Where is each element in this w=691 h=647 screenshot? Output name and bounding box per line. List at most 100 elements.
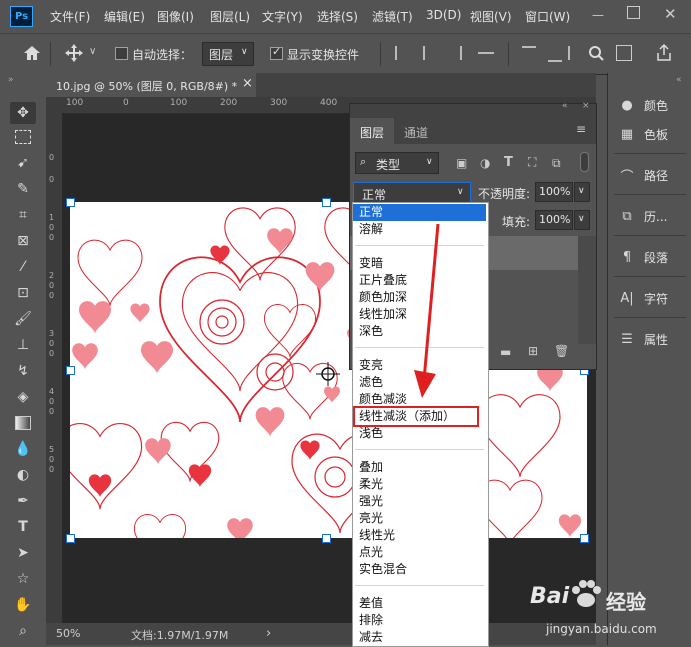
align-bottom-icon[interactable] [548, 46, 562, 62]
quick-select-tool-icon[interactable]: ✎ [10, 178, 36, 200]
hand-tool-icon[interactable]: ✋ [10, 594, 36, 616]
chevron-down-icon[interactable]: ∨ [89, 46, 96, 57]
panel-properties[interactable]: ☰ 属性 [618, 327, 668, 351]
panel-swatches[interactable]: ▦ 色板 [618, 122, 668, 146]
minimize-icon[interactable]: — [592, 8, 604, 22]
menu-window[interactable]: 窗口(W) [525, 8, 570, 25]
healing-tool-icon[interactable]: ⊡ [10, 282, 36, 304]
distribute-icon[interactable] [478, 52, 494, 54]
panel-paths[interactable]: ⌒ 路径 [618, 163, 668, 187]
align-top-icon[interactable] [522, 46, 536, 62]
filter-type-icon[interactable]: T [504, 155, 513, 170]
new-group-icon[interactable]: ▬ [500, 345, 511, 359]
layers-scrollbar[interactable] [578, 236, 596, 344]
restore-icon[interactable] [627, 6, 640, 19]
menu-file[interactable]: 文件(F) [50, 8, 90, 25]
fill-slider-button[interactable]: ∨ [574, 210, 590, 230]
stamp-tool-icon[interactable]: ⊥ [10, 334, 36, 356]
menu-edit[interactable]: 编辑(E) [104, 8, 145, 25]
history-brush-tool-icon[interactable]: ↯ [10, 360, 36, 382]
eraser-tool-icon[interactable]: ◈ [10, 386, 36, 408]
document-tab[interactable]: 10.jpg @ 50% (图层 0, RGB/8#) * × [46, 73, 256, 97]
brush-tool-icon[interactable]: 🖌 [10, 308, 36, 330]
blend-option-linear-light[interactable]: 线性光 [353, 527, 486, 544]
blend-option-vivid-light[interactable]: 亮光 [353, 510, 486, 527]
marquee-tool-icon[interactable] [10, 126, 36, 148]
type-tool-icon[interactable]: T [10, 516, 36, 538]
blend-option-exclusion[interactable]: 排除 [353, 612, 486, 629]
pen-tool-icon[interactable]: ✒ [10, 490, 36, 512]
share-icon[interactable] [656, 44, 672, 62]
delete-layer-icon[interactable]: 🗑 [554, 344, 569, 358]
eyedropper-tool-icon[interactable]: ⁄ [10, 256, 36, 278]
blur-tool-icon[interactable]: 💧 [10, 438, 36, 460]
transform-handle[interactable] [66, 366, 75, 375]
gradient-tool-icon[interactable] [10, 412, 36, 434]
panel-menu-icon[interactable]: ≡ [576, 122, 586, 136]
blend-option-hard-light[interactable]: 强光 [353, 493, 486, 510]
tab-channels[interactable]: 通道 [394, 118, 438, 144]
transform-handle[interactable] [322, 534, 331, 543]
crop-tool-icon[interactable]: ⌗ [10, 204, 36, 226]
zoom-level[interactable]: 50% [56, 627, 80, 640]
panel-paragraph[interactable]: ¶ 段落 [618, 245, 668, 269]
filter-smart-object-icon[interactable]: ⧉ [552, 156, 561, 171]
fill-input[interactable]: 100% [535, 210, 573, 230]
menu-type[interactable]: 文字(Y) [262, 8, 303, 25]
filter-adjustment-icon[interactable]: ◑ [480, 156, 490, 170]
filter-toggle[interactable] [580, 152, 589, 172]
new-layer-icon[interactable]: ⊞ [528, 344, 538, 358]
menu-select[interactable]: 选择(S) [317, 8, 358, 25]
transform-handle[interactable] [580, 534, 589, 543]
dodge-tool-icon[interactable]: ◐ [10, 464, 36, 486]
move-tool-icon[interactable]: ✥ [10, 102, 36, 124]
transform-handle[interactable] [66, 198, 75, 207]
path-select-tool-icon[interactable]: ➤ [10, 542, 36, 564]
opacity-input[interactable]: 100% [535, 182, 573, 202]
align-center-icon[interactable] [423, 46, 425, 60]
blend-option-hard-mix[interactable]: 实色混合 [353, 561, 486, 578]
blend-option-overlay[interactable]: 叠加 [353, 459, 486, 476]
blend-option-lighter-color[interactable]: 浅色 [353, 425, 486, 442]
move-tool-icon[interactable] [64, 43, 84, 63]
align-middle-icon[interactable] [568, 46, 576, 60]
filter-pixel-icon[interactable]: ▣ [456, 156, 467, 170]
panel-character[interactable]: A| 字符 [618, 286, 668, 310]
blend-option-subtract[interactable]: 减去 [353, 629, 486, 646]
menu-filter[interactable]: 滤镜(T) [372, 8, 413, 25]
search-icon[interactable] [588, 45, 604, 61]
blend-option-normal[interactable]: 正常 [353, 204, 486, 221]
ruler-vertical[interactable]: 0 0 1 0 0 2 0 0 3 0 0 4 0 0 5 0 0 [46, 113, 63, 623]
close-window-icon[interactable]: ✕ [664, 5, 677, 23]
opacity-slider-button[interactable]: ∨ [574, 182, 590, 202]
transform-handle[interactable] [322, 198, 331, 207]
auto-select-checkbox[interactable] [115, 47, 128, 60]
menu-view[interactable]: 视图(V) [470, 8, 512, 25]
align-left-icon[interactable] [395, 46, 411, 60]
menu-3d[interactable]: 3D(D) [426, 8, 461, 22]
collapse-icon[interactable]: « [676, 75, 682, 85]
frame-tool-icon[interactable]: ⊠ [10, 230, 36, 252]
auto-select-dropdown[interactable]: 图层 ∨ [202, 42, 254, 66]
filter-shape-icon[interactable]: ⛶ [528, 155, 536, 170]
collapse-icon[interactable]: » [8, 75, 14, 85]
align-right-icon[interactable] [448, 46, 462, 60]
blend-mode-dropdown[interactable]: 正常 ∨ [353, 182, 471, 204]
blend-option-pin-light[interactable]: 点光 [353, 544, 486, 561]
tab-layers[interactable]: 图层 [350, 118, 394, 144]
chevron-right-icon[interactable]: › [266, 626, 271, 641]
zoom-tool-icon[interactable]: ⌕ [10, 620, 36, 642]
home-icon[interactable] [22, 44, 42, 62]
show-transform-checkbox[interactable]: ✓ [270, 45, 283, 60]
close-panel-icon[interactable]: × [582, 101, 590, 111]
transform-handle[interactable] [66, 534, 75, 543]
blend-option-soft-light[interactable]: 柔光 [353, 476, 486, 493]
menu-image[interactable]: 图像(I) [157, 8, 194, 25]
shape-tool-icon[interactable]: ☆ [10, 568, 36, 590]
blend-option-difference[interactable]: 差值 [353, 595, 486, 612]
panel-color[interactable]: ● 颜色 [618, 93, 668, 117]
panel-history[interactable]: ⧉ 历... [618, 204, 667, 228]
lasso-tool-icon[interactable]: ➹ [10, 152, 36, 174]
workspace-icon[interactable] [616, 45, 632, 61]
close-tab-icon[interactable]: × [242, 76, 253, 91]
